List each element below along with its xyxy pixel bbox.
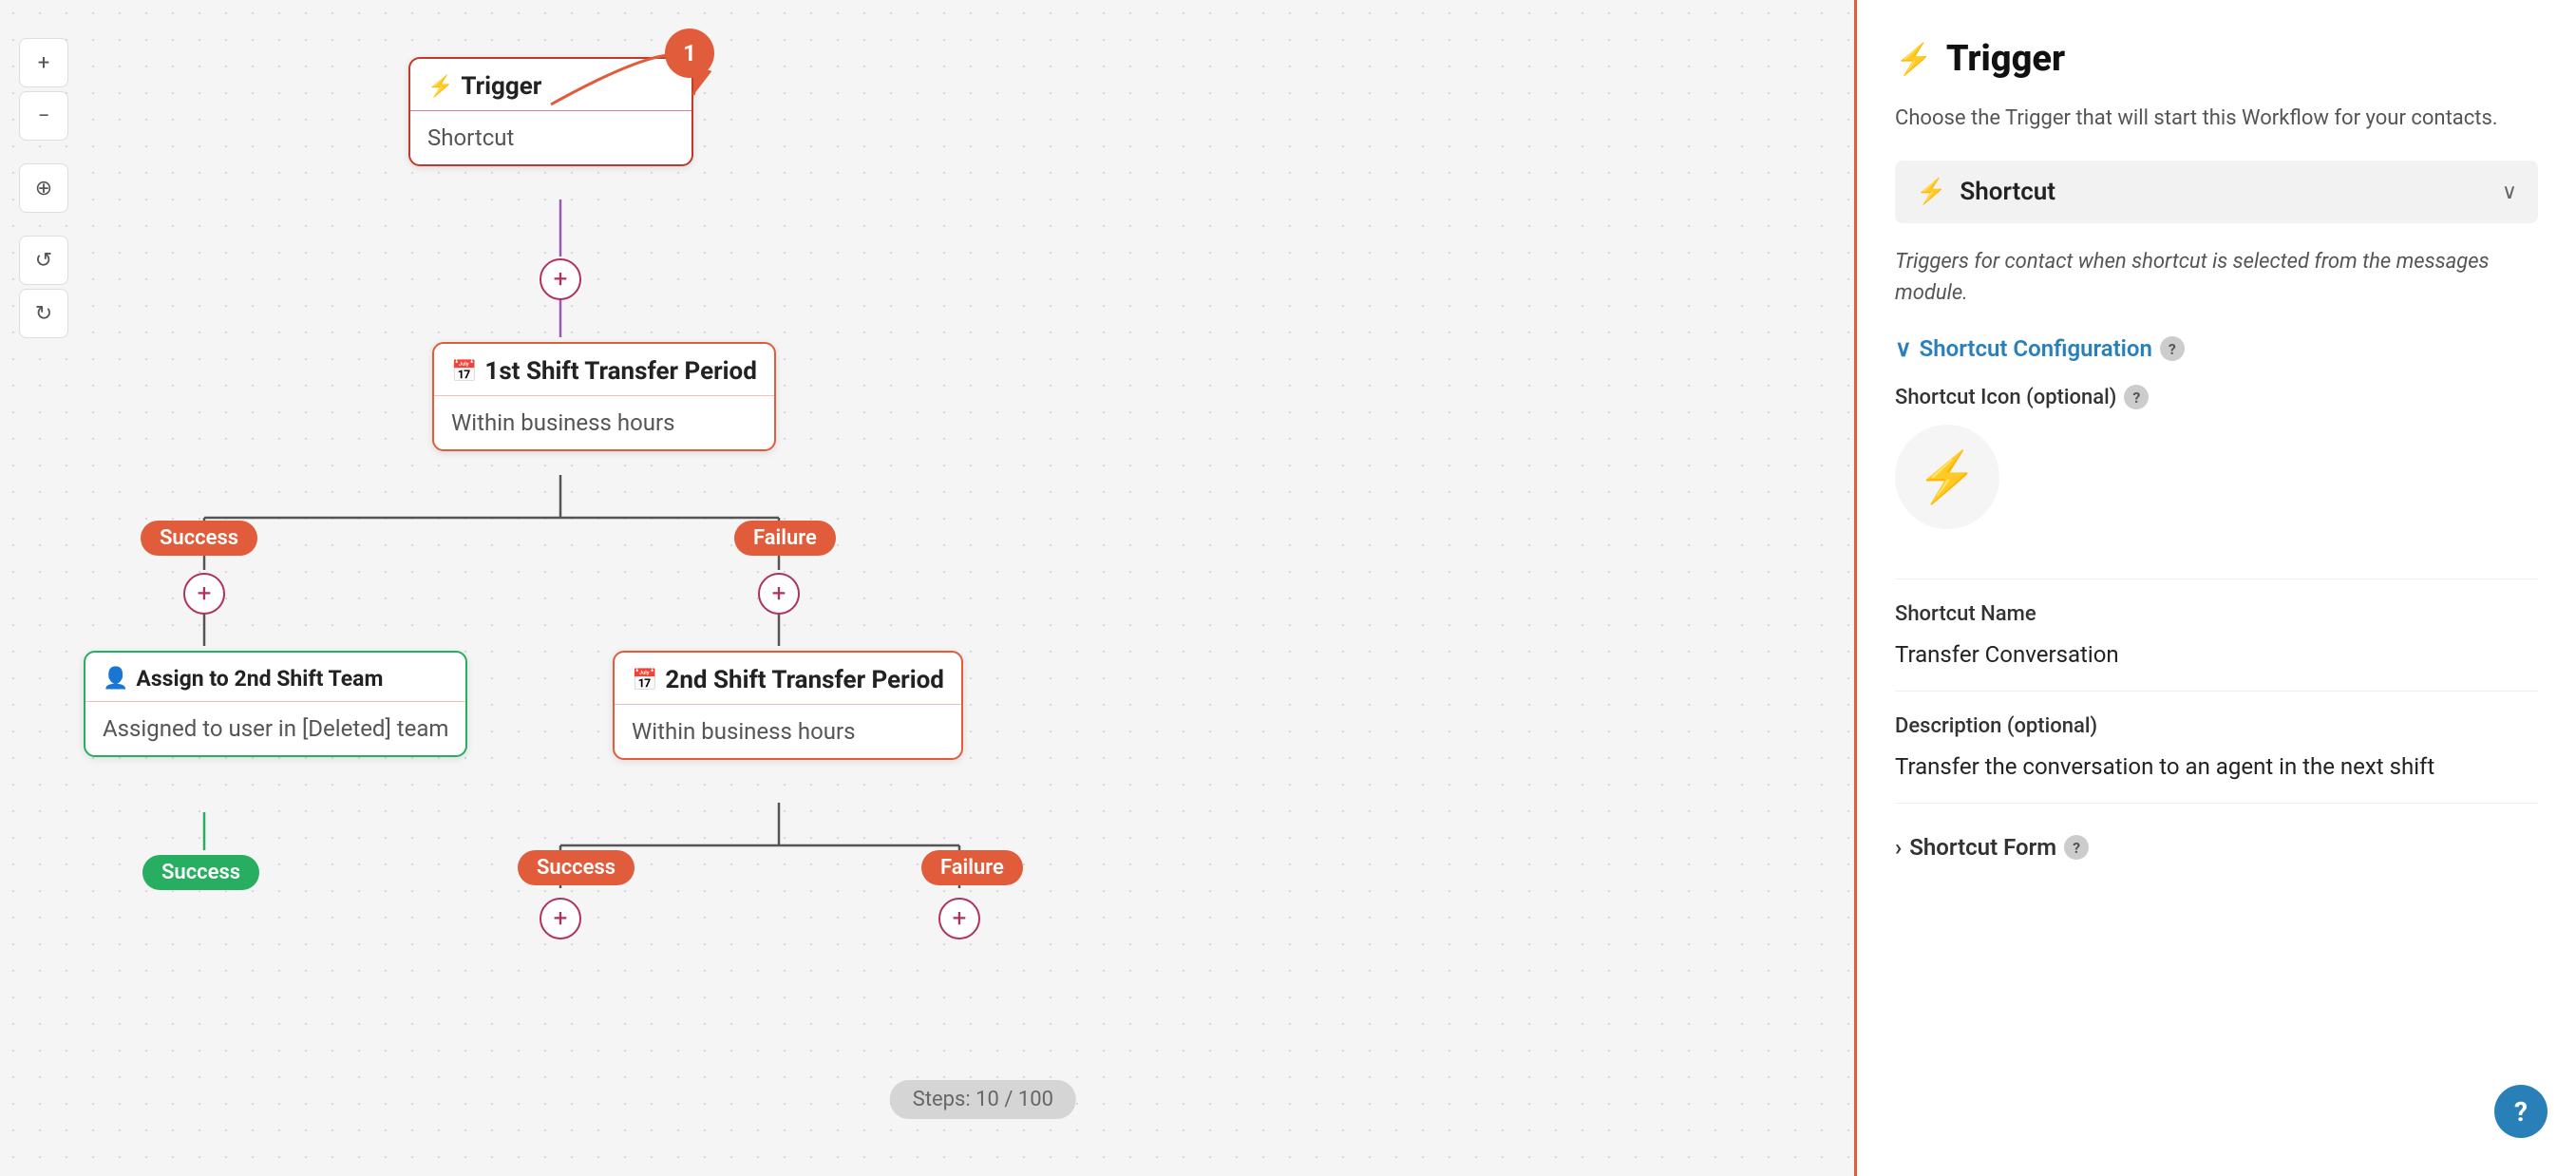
collapse-icon: ∨	[1895, 335, 1912, 362]
add-btn-bottom-left[interactable]: +	[540, 898, 581, 939]
icon-help-icon[interactable]: ?	[2124, 385, 2149, 409]
add-btn-left[interactable]: +	[183, 573, 225, 615]
shift2-node[interactable]: 📅 2nd Shift Transfer Period Within busin…	[613, 651, 963, 760]
success-badge-1: Success	[141, 521, 257, 556]
panel-subtitle: Choose the Trigger that will start this …	[1895, 103, 2538, 134]
redo-button[interactable]: ↻	[19, 289, 68, 338]
assign-icon: 👤	[103, 667, 128, 691]
name-field-label: Shortcut Name	[1895, 602, 2538, 626]
desc-field-label: Description (optional)	[1895, 714, 2538, 738]
trigger-selector[interactable]: ⚡ Shortcut ∨	[1895, 161, 2538, 223]
trigger-selector-icon: ⚡	[1916, 178, 1946, 206]
failure-badge-2: Failure	[921, 850, 1023, 885]
crosshair-button[interactable]: ⊕	[19, 163, 68, 213]
step-badge: 1	[665, 28, 714, 78]
add-btn-1[interactable]: +	[540, 258, 581, 300]
trigger-description: Triggers for contact when shortcut is se…	[1895, 246, 2538, 309]
name-field-value: Transfer Conversation	[1895, 641, 2538, 668]
shift2-node-header: 📅 2nd Shift Transfer Period	[615, 653, 961, 705]
assign-node-body: Assigned to user in [Deleted] team	[85, 702, 465, 755]
add-btn-right[interactable]: +	[758, 573, 800, 615]
panel-title-icon: ⚡	[1895, 41, 1933, 77]
form-help-icon[interactable]: ?	[2064, 835, 2089, 860]
panel-title: Trigger	[1946, 38, 2065, 80]
add-btn-bottom-right[interactable]: +	[938, 898, 980, 939]
trigger-selector-left: ⚡ Shortcut	[1916, 178, 2055, 206]
trigger-node-body: Shortcut	[410, 111, 691, 164]
config-help-icon[interactable]: ?	[2160, 336, 2185, 361]
failure-badge-1: Failure	[734, 521, 836, 556]
form-section-toggle[interactable]: › Shortcut Form ?	[1895, 834, 2538, 861]
expand-icon: ›	[1895, 834, 1902, 861]
trigger-node[interactable]: ⚡ Trigger Shortcut	[408, 57, 693, 166]
shift2-icon: 📅	[632, 669, 657, 692]
form-section-label: Shortcut Form	[1909, 834, 2056, 861]
help-button[interactable]: ?	[2494, 1085, 2548, 1138]
workflow-canvas: + − ⊕ ↺ ↻ 1 ⚡ Trigger Shortcut + 📅 1st S…	[0, 0, 1854, 1176]
trigger-icon: ⚡	[427, 75, 453, 99]
desc-field-value: Transfer the conversation to an agent in…	[1895, 753, 2538, 780]
success-badge-2: Success	[142, 855, 259, 890]
icon-picker[interactable]: ⚡	[1895, 425, 1999, 529]
connectors-svg	[0, 0, 1854, 1176]
config-section-label: Shortcut Configuration	[1920, 335, 2152, 362]
trigger-selector-label: Shortcut	[1960, 178, 2055, 206]
undo-button[interactable]: ↺	[19, 236, 68, 285]
zoom-out-button[interactable]: −	[19, 91, 68, 141]
toolbar-left: + − ⊕ ↺ ↻	[19, 38, 68, 338]
shift1-node-body: Within business hours	[434, 396, 774, 449]
chevron-down-icon: ∨	[2502, 180, 2517, 204]
divider-3	[1895, 803, 2538, 804]
panel-title-row: ⚡ Trigger	[1895, 38, 2538, 80]
trigger-node-header: ⚡ Trigger	[410, 59, 691, 111]
success-badge-3: Success	[518, 850, 635, 885]
shift1-node-header: 📅 1st Shift Transfer Period	[434, 344, 774, 396]
divider-2	[1895, 691, 2538, 692]
zoom-in-button[interactable]: +	[19, 38, 68, 87]
shift1-node[interactable]: 📅 1st Shift Transfer Period Within busin…	[432, 342, 776, 451]
assign-node[interactable]: 👤 Assign to 2nd Shift Team Assigned to u…	[84, 651, 467, 757]
assign-node-header: 👤 Assign to 2nd Shift Team	[85, 653, 465, 702]
shift2-node-body: Within business hours	[615, 705, 961, 758]
right-panel: ⚡ Trigger Choose the Trigger that will s…	[1854, 0, 2576, 1176]
steps-counter: Steps: 10 / 100	[890, 1080, 1076, 1119]
shift1-icon: 📅	[451, 360, 477, 384]
config-section-toggle[interactable]: ∨ Shortcut Configuration ?	[1895, 335, 2538, 362]
icon-field-label: Shortcut Icon (optional) ?	[1895, 385, 2538, 409]
